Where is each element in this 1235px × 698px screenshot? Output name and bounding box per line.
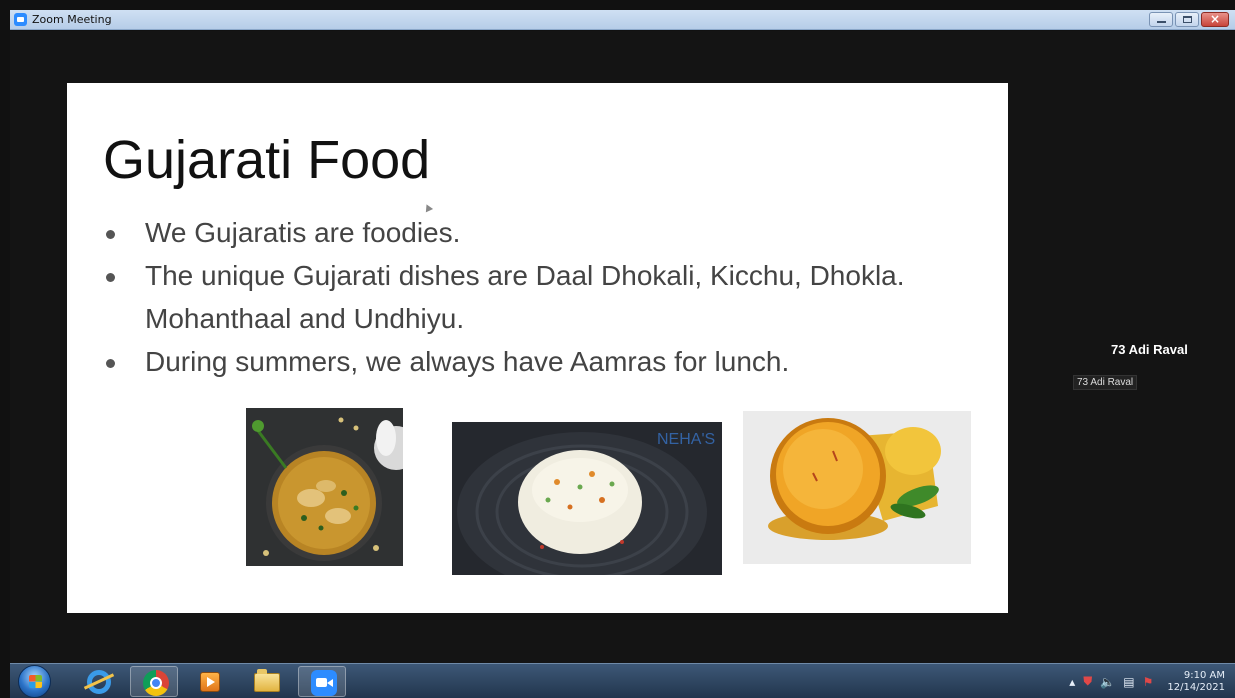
file-explorer-icon xyxy=(254,669,280,692)
system-tray: ▴ ⛊ 🔈 ▤ ⚑ 9:10 AM 12/14/2021 xyxy=(1069,664,1225,698)
clock-date: 12/14/2021 xyxy=(1167,681,1225,693)
aamras-photo xyxy=(743,411,971,564)
slide-bullet: The unique Gujarati dishes are Daal Dhok… xyxy=(103,254,983,340)
slide-bullet-list: We Gujaratis are foodies. The unique Guj… xyxy=(103,211,983,383)
windows-logo-icon xyxy=(29,675,42,688)
slide-bullet: During summers, we always have Aamras fo… xyxy=(103,340,983,383)
taskbar-media-player[interactable] xyxy=(186,666,234,697)
dhokla-watermark: NEHA'S xyxy=(657,431,715,448)
participant-name: 73 Adi Raval xyxy=(1111,342,1188,357)
taskbar-file-explorer[interactable] xyxy=(242,666,290,697)
daal-dhokali-photo xyxy=(246,408,403,566)
minimize-icon xyxy=(1157,21,1166,23)
zoom-app-icon xyxy=(14,13,27,26)
maximize-button[interactable] xyxy=(1175,12,1199,27)
participant-video-label[interactable]: 73 Adi Raval xyxy=(1073,375,1138,390)
windows-taskbar: ▴ ⛊ 🔈 ▤ ⚑ 9:10 AM 12/14/2021 xyxy=(10,663,1235,698)
action-center-flag-icon[interactable]: ⚑ xyxy=(1143,675,1154,689)
clock-time: 9:10 AM xyxy=(1183,669,1225,681)
meeting-view: Gujarati Food We Gujaratis are foodies. … xyxy=(10,31,1235,663)
taskbar-zoom[interactable] xyxy=(298,666,346,697)
minimize-button[interactable] xyxy=(1149,12,1173,27)
show-hidden-icons-icon[interactable]: ▴ xyxy=(1069,675,1075,689)
start-button[interactable] xyxy=(18,665,51,698)
volume-icon[interactable]: 🔈 xyxy=(1100,675,1115,689)
aamras-image xyxy=(743,411,971,564)
close-icon: × xyxy=(1209,12,1221,26)
dhokla-image: NEHA'S xyxy=(452,422,722,575)
internet-explorer-icon xyxy=(87,670,111,694)
zoom-icon xyxy=(311,670,337,696)
shared-slide: Gujarati Food We Gujaratis are foodies. … xyxy=(67,83,1008,613)
chrome-icon xyxy=(143,670,169,696)
network-icon[interactable]: ▤ xyxy=(1123,675,1134,689)
daal-dhokali-image xyxy=(246,408,403,566)
slide-bullet: We Gujaratis are foodies. xyxy=(103,211,983,254)
close-button[interactable]: × xyxy=(1201,12,1229,27)
media-player-icon xyxy=(200,672,220,692)
security-shield-icon[interactable]: ⛊ xyxy=(1083,674,1092,689)
taskbar-internet-explorer[interactable] xyxy=(74,666,122,697)
window-controls: × xyxy=(1149,12,1229,27)
taskbar-chrome[interactable] xyxy=(130,666,178,697)
maximize-icon xyxy=(1183,16,1192,23)
dhokla-photo: NEHA'S xyxy=(452,422,722,575)
system-clock[interactable]: 9:10 AM 12/14/2021 xyxy=(1167,670,1225,694)
slide-title: Gujarati Food xyxy=(103,130,431,190)
window-title: Zoom Meeting xyxy=(32,13,112,26)
window-titlebar[interactable]: Zoom Meeting × xyxy=(10,10,1235,30)
